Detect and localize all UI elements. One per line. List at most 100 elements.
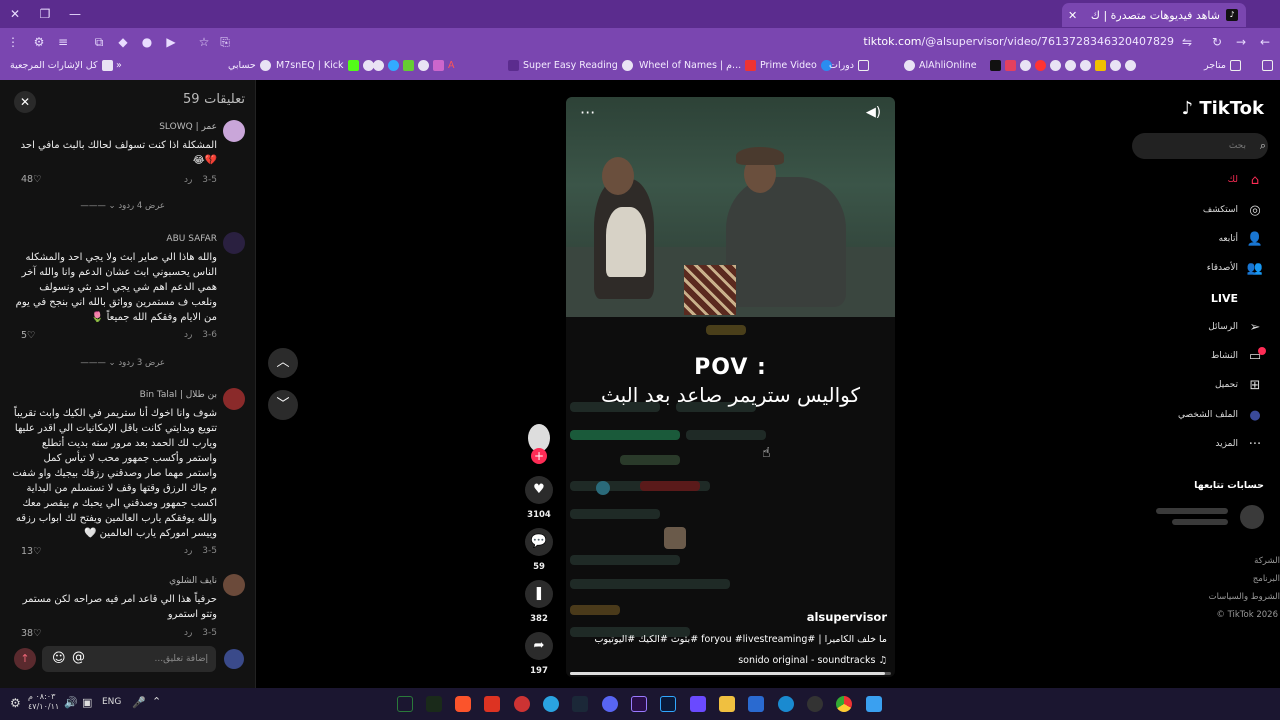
star-icon[interactable]: ☆ (195, 33, 213, 51)
nav-for-you[interactable]: ⌂ لك (1144, 169, 1264, 191)
extension-icon[interactable]: ◆ (114, 33, 132, 51)
reply-link[interactable]: رد (184, 546, 192, 556)
nav-upload[interactable]: ⊞ تحميل (1144, 374, 1264, 396)
comment-icon[interactable]: 💬 (525, 528, 553, 556)
edge-icon[interactable] (778, 696, 794, 712)
app-purple-icon[interactable] (690, 696, 706, 712)
bookmark-prime[interactable]: Prime Video (745, 60, 832, 71)
avatar[interactable] (223, 388, 245, 410)
language-indicator[interactable]: ENG (102, 697, 121, 707)
previous-video-icon[interactable]: ︿ (268, 348, 298, 378)
settings-gear-icon[interactable]: ⚙ (10, 696, 26, 712)
back-icon[interactable]: ← (1256, 33, 1274, 51)
footer-terms[interactable]: الشروط والسياسات (1209, 592, 1280, 602)
chrome-icon[interactable] (836, 696, 852, 712)
brave-icon[interactable] (455, 696, 471, 712)
active-tab[interactable]: ♪ شاهد فيديوهات متصدرة | ك ✕ (1062, 3, 1246, 27)
comment-input[interactable] (42, 646, 216, 672)
comment-like[interactable]: 5♡ (21, 330, 36, 341)
more-options-icon[interactable]: ··· (580, 103, 595, 122)
extension-icon[interactable]: ● (138, 33, 156, 51)
tab-close-icon[interactable]: ✕ (1068, 9, 1077, 22)
bookmark-kick[interactable]: M7snEQ | Kick (276, 60, 374, 71)
nav-more[interactable]: ··· المزيد (1144, 433, 1264, 455)
next-video-icon[interactable]: ﹀ (268, 390, 298, 420)
video-player[interactable]: ··· ◀) POV : كواليس ستريمر صاعد بعد البث… (566, 97, 895, 677)
nav-live[interactable]: LIVE (1144, 287, 1264, 309)
bookmarks-overflow-icon[interactable]: » (116, 60, 122, 71)
windows-start-icon[interactable] (866, 696, 882, 712)
comment-like[interactable]: 38♡ (21, 628, 42, 638)
app-circle-icon[interactable] (807, 696, 823, 712)
footer-program[interactable]: البرنامج (1253, 574, 1280, 584)
menu-icon[interactable]: ⋮ (4, 33, 22, 51)
bookmark-all[interactable]: كل الإشارات المرجعية (10, 60, 113, 71)
comment-like[interactable]: 13♡ (21, 546, 42, 557)
bookmark-icons-2[interactable] (990, 60, 1136, 71)
app-red-icon[interactable] (514, 696, 530, 712)
discord-icon[interactable] (602, 696, 618, 712)
tray-expand-icon[interactable]: ⌃ (152, 695, 161, 708)
like-heart-icon[interactable]: ♥ (525, 476, 553, 504)
bookmark-alahli[interactable]: AlAhliOnline (904, 60, 977, 71)
restore-window-icon[interactable]: ❐ (34, 4, 56, 24)
bookmark-icons[interactable]: A (373, 60, 455, 71)
comment-like[interactable]: 48♡ (21, 174, 42, 185)
search-icon[interactable]: ⌕ (1260, 139, 1266, 153)
send-icon[interactable]: ↑ (14, 648, 36, 670)
comment-user[interactable]: نايف الشلوي (169, 576, 217, 586)
install-icon[interactable]: ⎘ (216, 33, 234, 51)
terminal-icon[interactable] (426, 696, 442, 712)
close-window-icon[interactable]: ✕ (4, 4, 26, 24)
mention-icon[interactable]: @ (72, 650, 85, 665)
emoji-icon[interactable]: ☺ (52, 651, 66, 666)
file-explorer-icon[interactable] (719, 696, 735, 712)
avatar[interactable] (223, 574, 245, 596)
url-field[interactable]: tiktok.com/@alsupervisor/video/761372834… (863, 35, 1174, 48)
nav-friends[interactable]: 👥 الأصدقاء (1144, 257, 1264, 279)
nav-activity[interactable]: ▭ النشاط (1144, 345, 1266, 367)
reply-link[interactable]: رد (184, 330, 192, 340)
premiere-icon[interactable] (631, 696, 647, 712)
video-author[interactable]: alsupervisor (807, 610, 887, 624)
comment-user[interactable]: عمر | SLOWQ (159, 122, 217, 132)
minimize-window-icon[interactable]: — (64, 4, 86, 24)
close-comments-icon[interactable]: ✕ (14, 91, 36, 113)
site-settings-icon[interactable]: ⇋ (1178, 33, 1196, 51)
steam-icon[interactable] (572, 696, 588, 712)
bookmark-wheel[interactable]: Wheel of Names | م... (639, 60, 757, 71)
bookmark-folder-icon[interactable] (1262, 60, 1273, 71)
search-input[interactable] (1132, 133, 1268, 159)
nav-following[interactable]: 👤 أتابعه (1144, 228, 1264, 250)
network-icon[interactable]: ▣ (82, 696, 92, 709)
microphone-icon[interactable]: 🎤 (132, 696, 146, 709)
extension-icon[interactable]: ⚙ (30, 33, 48, 51)
tiktok-logo[interactable]: ♪ TikTok (1182, 98, 1264, 119)
extension-list-icon[interactable]: ≡ (54, 33, 72, 51)
app-blue-icon[interactable] (748, 696, 764, 712)
volume-icon[interactable]: 🔊 (64, 696, 78, 709)
clock[interactable]: ٠٨:٠٣ م ٤٧/١٠/١١ (28, 692, 59, 712)
puzzle-icon[interactable]: ⧉ (90, 33, 108, 51)
bookmark-account[interactable]: حسابي (228, 60, 271, 71)
nav-messages[interactable]: ➢ الرسائل (1144, 316, 1264, 338)
view-replies[interactable]: عرض 4 ردود ⌄ ——— (80, 201, 165, 211)
bookmark-icon[interactable]: ❚ (525, 580, 553, 608)
comment-user[interactable]: ABU SAFAR (166, 234, 217, 244)
reply-link[interactable]: رد (184, 175, 192, 185)
nav-profile[interactable]: ● الملف الشخصي (1144, 404, 1264, 426)
telegram-icon[interactable] (543, 696, 559, 712)
app-a-icon[interactable] (484, 696, 500, 712)
bookmark-courses[interactable]: دورات (829, 60, 869, 71)
bookmark-stores[interactable]: متاجر (1204, 60, 1241, 71)
reply-link[interactable]: رد (184, 628, 192, 638)
bookmark-reading[interactable]: Super Easy Reading (508, 60, 633, 71)
excel-icon[interactable] (397, 696, 413, 712)
avatar[interactable] (223, 120, 245, 142)
view-replies[interactable]: عرض 3 ردود ⌄ ——— (80, 358, 165, 368)
youtube-icon[interactable]: ▶ (162, 33, 180, 51)
video-progress-bar[interactable] (570, 672, 891, 675)
nav-explore[interactable]: ◎ استكشف (1144, 199, 1264, 221)
avatar[interactable] (223, 232, 245, 254)
photoshop-icon[interactable] (660, 696, 676, 712)
